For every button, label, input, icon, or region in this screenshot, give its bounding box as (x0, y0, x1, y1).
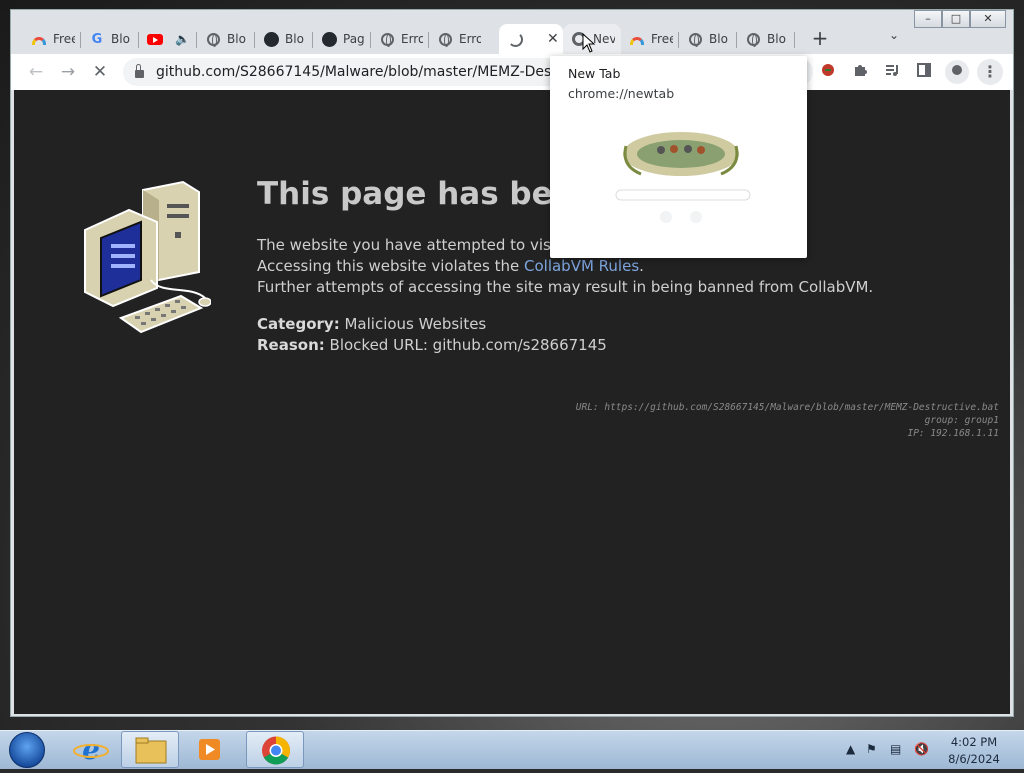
windows-taskbar: e ▲ ⚑ ▤ 🔇 4:02 PM 8/6/2024 (0, 730, 1024, 769)
svg-text:e: e (82, 733, 100, 766)
tab-free[interactable]: Free (23, 24, 81, 54)
line2-suffix: . (639, 257, 644, 275)
clock-time[interactable]: 4:02 PM (938, 735, 1010, 749)
tab-error-1[interactable]: Erro (371, 24, 429, 54)
browser-window: – □ ✕ Free G Blo 🔈 Blo Blo Pag Erro Erro… (10, 9, 1014, 717)
tab-blog-globe-2[interactable]: Blo (679, 24, 737, 54)
volume-muted-icon[interactable]: 🔇 (914, 742, 929, 756)
lock-icon[interactable] (135, 64, 144, 78)
tab-github-blob[interactable]: Blo (255, 24, 313, 54)
internet-explorer-icon[interactable]: e (62, 731, 120, 768)
tab-active-loading[interactable]: ✕ (499, 24, 563, 54)
rainbow-icon (629, 31, 645, 47)
tab-title: Nev (593, 32, 615, 46)
clock-date[interactable]: 8/6/2024 (938, 752, 1010, 766)
stop-loading-icon[interactable]: ✕ (89, 62, 111, 82)
file-explorer-icon[interactable] (121, 731, 179, 768)
category-label: Category: (257, 315, 340, 333)
menu-kebab-icon[interactable]: ⋮ (977, 59, 1003, 85)
globe-icon (437, 31, 453, 47)
tab-google-blog[interactable]: G Blo (81, 24, 139, 54)
globe-icon (379, 31, 395, 47)
collabvm-rules-link[interactable]: CollabVM Rules (524, 257, 639, 275)
github-icon (321, 31, 337, 47)
globe-icon (687, 31, 703, 47)
chrome-taskbar-icon[interactable] (246, 731, 304, 768)
tab-hover-card: New Tab chrome://newtab (550, 56, 807, 258)
blocked-message-line2: Accessing this website violates the Coll… (257, 257, 644, 275)
category-value: Malicious Websites (344, 315, 487, 333)
meta-url: URL: https://github.com/S28667145/Malwar… (575, 402, 999, 413)
tab-title: Pag (343, 32, 365, 46)
browser-toolbar: ← → ✕ github.com/S28667145/Malware/blob/… (11, 54, 1013, 90)
network-icon[interactable]: ▤ (890, 742, 901, 756)
tab-blog-globe[interactable]: Blo (197, 24, 255, 54)
close-tab-icon[interactable]: ✕ (547, 31, 559, 47)
restore-button[interactable]: □ (942, 10, 970, 28)
audio-playing-icon[interactable]: 🔈 (175, 32, 190, 46)
category-row: Category: Malicious Websites (257, 315, 486, 333)
meta-ip: IP: 192.168.1.11 (907, 428, 999, 439)
new-tab-plus-icon[interactable]: + (808, 26, 832, 50)
meta-group: group: group1 (924, 415, 999, 426)
tab-title: Blo (285, 32, 304, 46)
globe-icon (745, 31, 761, 47)
reason-row: Reason: Blocked URL: github.com/s2866714… (257, 336, 607, 354)
rainbow-icon (31, 31, 47, 47)
tab-strip: – □ ✕ Free G Blo 🔈 Blo Blo Pag Erro Erro… (11, 10, 1013, 54)
show-hidden-icons-icon[interactable]: ▲ (846, 742, 855, 756)
tab-title: Blo (227, 32, 246, 46)
tab-title: Erro (401, 32, 423, 46)
profile-avatar-icon[interactable] (945, 60, 969, 84)
github-icon (263, 31, 279, 47)
start-button-icon[interactable] (9, 732, 45, 768)
tab-title: Erro (459, 32, 481, 46)
tab-blog-globe-3[interactable]: Blo (737, 24, 795, 54)
tab-error-2[interactable]: Erro (429, 24, 499, 54)
reason-label: Reason: (257, 336, 325, 354)
hover-card-title: New Tab (568, 66, 621, 81)
tab-search-chevron-icon[interactable]: ⌄ (889, 28, 899, 42)
media-player-icon[interactable] (180, 731, 238, 768)
action-center-flag-icon[interactable]: ⚑ (866, 742, 877, 756)
blocked-message-line3: Further attempts of accessing the site m… (257, 278, 874, 296)
tab-title: Free (53, 32, 75, 46)
line2-prefix: Accessing this website violates the (257, 257, 524, 275)
back-arrow-icon[interactable]: ← (25, 62, 47, 82)
globe-icon (205, 31, 221, 47)
tab-title: Free (651, 32, 673, 46)
loading-spinner-icon (507, 31, 523, 47)
blocked-page: This page has been blocked The website y… (14, 90, 1010, 714)
tab-free-2[interactable]: Free (621, 24, 679, 54)
tab-title: Blo (709, 32, 728, 46)
window-close-button[interactable]: ✕ (970, 10, 1006, 28)
tab-title: Blo (111, 32, 130, 46)
tab-title: Blo (767, 32, 786, 46)
media-control-icon[interactable] (881, 62, 903, 83)
extensions-puzzle-icon[interactable] (849, 62, 871, 83)
extension-red-icon[interactable] (817, 62, 839, 83)
tab-github-page[interactable]: Pag (313, 24, 371, 54)
minimize-button[interactable]: – (914, 10, 942, 28)
reason-value: Blocked URL: github.com/s28667145 (329, 336, 607, 354)
hover-card-url: chrome://newtab (568, 86, 675, 101)
new-tab-preview-thumbnail (615, 132, 751, 223)
google-icon: G (91, 31, 103, 47)
retro-computer-icon (84, 180, 211, 334)
mouse-cursor-icon (582, 33, 596, 53)
forward-arrow-icon[interactable]: → (57, 62, 79, 82)
tab-youtube[interactable]: 🔈 (139, 24, 197, 54)
side-panel-icon[interactable] (913, 62, 935, 83)
youtube-icon (147, 31, 163, 47)
